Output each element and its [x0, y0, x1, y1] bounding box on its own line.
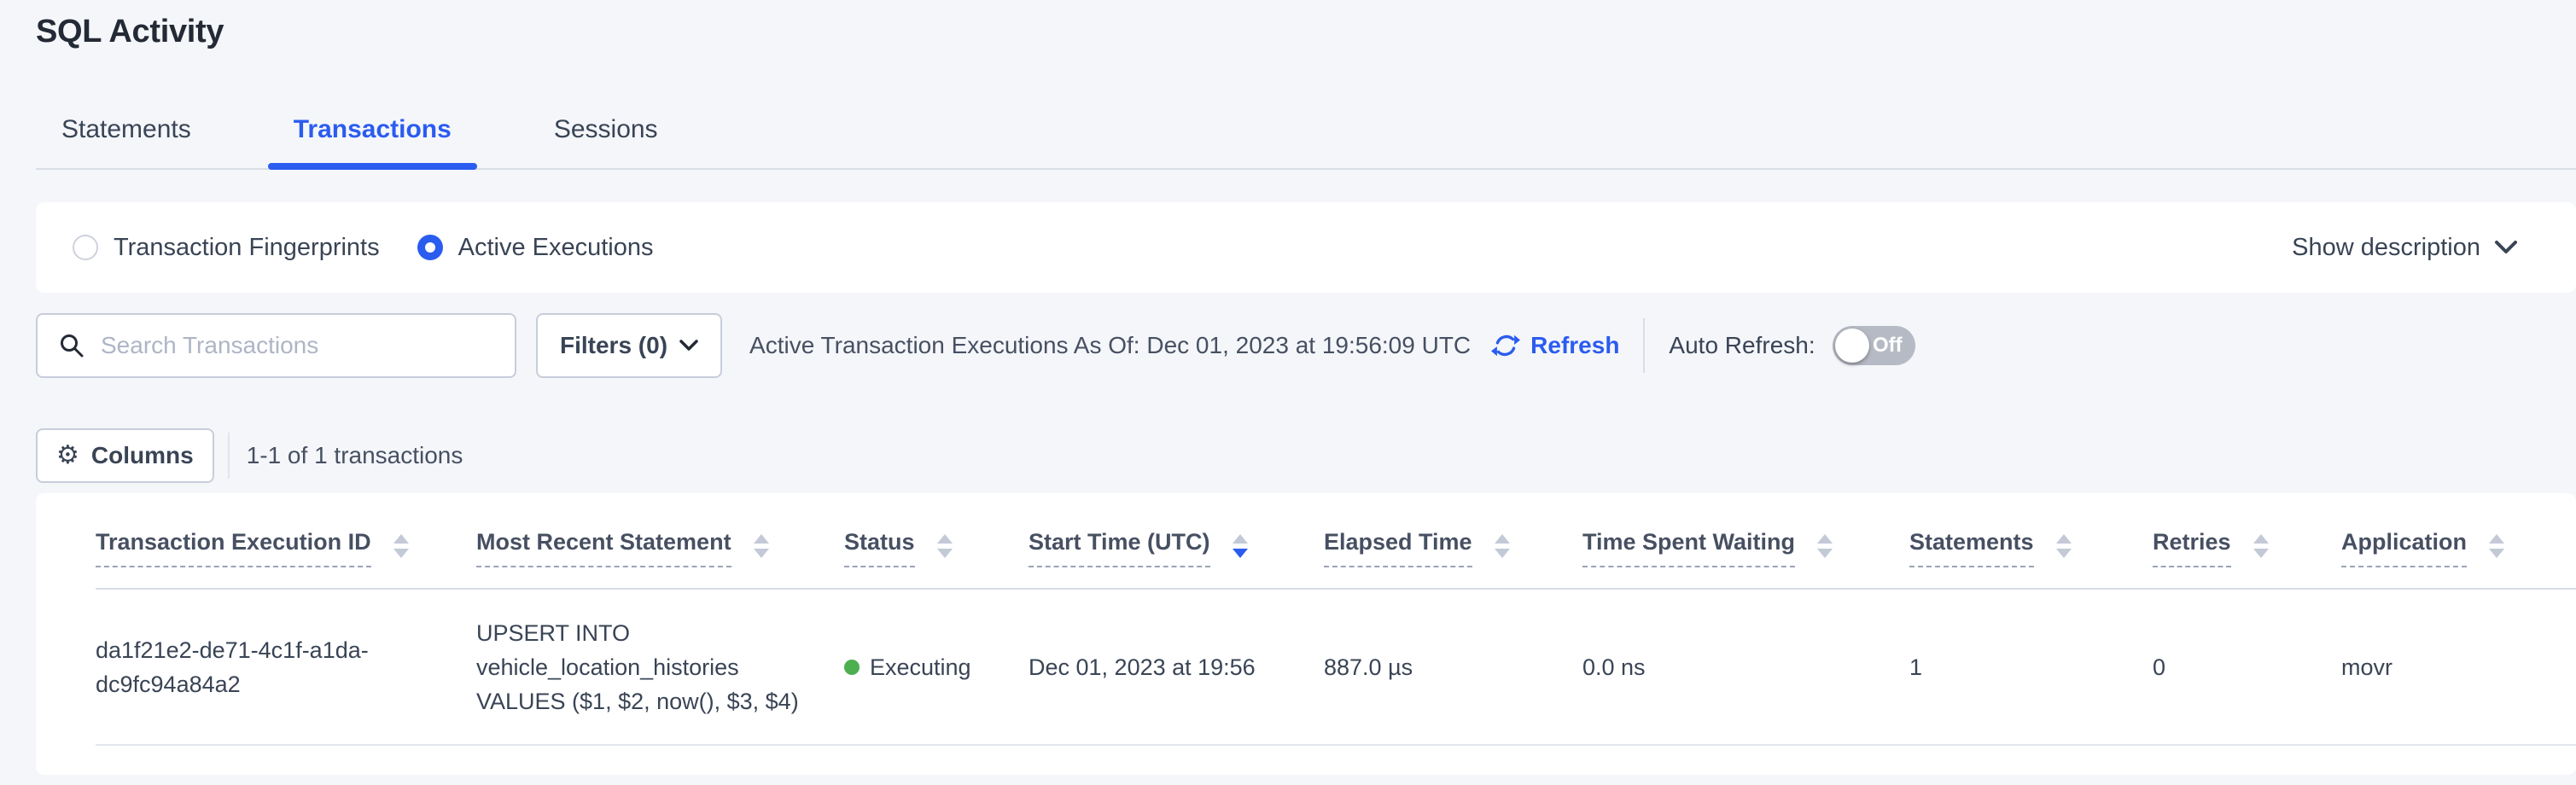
results-bar: ⚙ Columns 1-1 of 1 transactions	[36, 428, 463, 483]
refresh-label: Refresh	[1530, 332, 1619, 359]
status-executing-icon	[844, 660, 860, 675]
column-header-retries[interactable]: Retries	[2153, 529, 2341, 567]
tab-statements[interactable]: Statements	[36, 115, 217, 168]
refresh-button[interactable]: Refresh	[1491, 331, 1619, 360]
chevron-down-icon	[679, 340, 698, 352]
column-header-elapsed-time[interactable]: Elapsed Time	[1324, 529, 1582, 567]
sort-icon[interactable]	[1817, 534, 1833, 558]
cell-status: Executing	[844, 650, 1029, 684]
tab-transactions[interactable]: Transactions	[268, 115, 477, 168]
auto-refresh-toggle[interactable]: Off	[1833, 326, 1915, 365]
toolbar: Filters (0) Active Transaction Execution…	[36, 313, 2576, 378]
sort-icon[interactable]	[2056, 534, 2072, 558]
sort-icon[interactable]	[1495, 534, 1510, 558]
results-divider	[228, 433, 230, 479]
cell-time-spent-waiting: 0.0 ns	[1582, 650, 1909, 684]
radio-selected-icon[interactable]	[417, 235, 443, 260]
cell-transaction-execution-id: da1f21e2-de71-4c1f-a1da-dc9fc94a84a2	[96, 633, 476, 701]
search-input[interactable]	[101, 332, 498, 359]
radio-label: Active Executions	[458, 234, 654, 262]
column-header-application[interactable]: Application	[2341, 529, 2559, 567]
cell-start-time: Dec 01, 2023 at 19:56	[1029, 650, 1324, 684]
radio-transaction-fingerprints[interactable]: Transaction Fingerprints	[73, 234, 380, 262]
filters-button[interactable]: Filters (0)	[536, 313, 722, 378]
show-description-toggle[interactable]: Show description	[2292, 234, 2518, 262]
toolbar-divider	[1643, 318, 1645, 373]
cell-statements: 1	[1909, 650, 2153, 684]
sort-icon[interactable]	[2489, 534, 2504, 558]
tab-bar: Statements Transactions Sessions	[36, 0, 2576, 170]
radio-label: Transaction Fingerprints	[114, 234, 380, 262]
columns-button[interactable]: ⚙ Columns	[36, 428, 214, 483]
gear-icon: ⚙	[56, 443, 79, 468]
columns-button-label: Columns	[91, 442, 194, 469]
chevron-down-icon	[2494, 240, 2518, 255]
view-mode-card: Transaction Fingerprints Active Executio…	[36, 202, 2576, 293]
show-description-label: Show description	[2292, 234, 2480, 262]
refresh-icon	[1491, 331, 1520, 360]
cell-application: movr	[2341, 650, 2576, 684]
toggle-state-label: Off	[1873, 334, 1903, 358]
transactions-table: Transaction Execution ID Most Recent Sta…	[36, 493, 2576, 775]
radio-active-executions[interactable]: Active Executions	[417, 234, 654, 262]
radio-unselected-icon[interactable]	[73, 235, 98, 260]
cell-elapsed-time: 887.0 µs	[1324, 650, 1582, 684]
sort-icon-active-desc[interactable]	[1233, 534, 1248, 558]
as-of-timestamp: Active Transaction Executions As Of: Dec…	[749, 332, 1471, 359]
table-header-row: Transaction Execution ID Most Recent Sta…	[96, 493, 2576, 590]
toggle-knob[interactable]	[1835, 329, 1869, 363]
cell-retries: 0	[2153, 650, 2341, 684]
result-count: 1-1 of 1 transactions	[247, 442, 463, 469]
column-header-most-recent-statement[interactable]: Most Recent Statement	[476, 529, 844, 567]
column-header-transaction-execution-id[interactable]: Transaction Execution ID	[96, 529, 476, 567]
sort-icon[interactable]	[393, 534, 409, 558]
column-header-statements[interactable]: Statements	[1909, 529, 2153, 567]
sort-icon[interactable]	[2253, 534, 2269, 558]
sort-icon[interactable]	[937, 534, 953, 558]
cell-most-recent-statement: UPSERT INTO vehicle_location_histories V…	[476, 616, 844, 718]
auto-refresh-label: Auto Refresh:	[1669, 332, 1815, 359]
search-box[interactable]	[36, 313, 516, 378]
search-icon	[58, 332, 85, 359]
column-header-status[interactable]: Status	[844, 529, 1029, 567]
filters-button-label: Filters (0)	[560, 332, 667, 359]
table-row: da1f21e2-de71-4c1f-a1da-dc9fc94a84a2 UPS…	[96, 590, 2576, 746]
status-badge: Executing	[870, 650, 971, 684]
sort-icon[interactable]	[754, 534, 769, 558]
column-header-time-spent-waiting[interactable]: Time Spent Waiting	[1582, 529, 1909, 567]
tab-sessions[interactable]: Sessions	[528, 115, 684, 168]
column-header-start-time[interactable]: Start Time (UTC)	[1029, 529, 1324, 567]
